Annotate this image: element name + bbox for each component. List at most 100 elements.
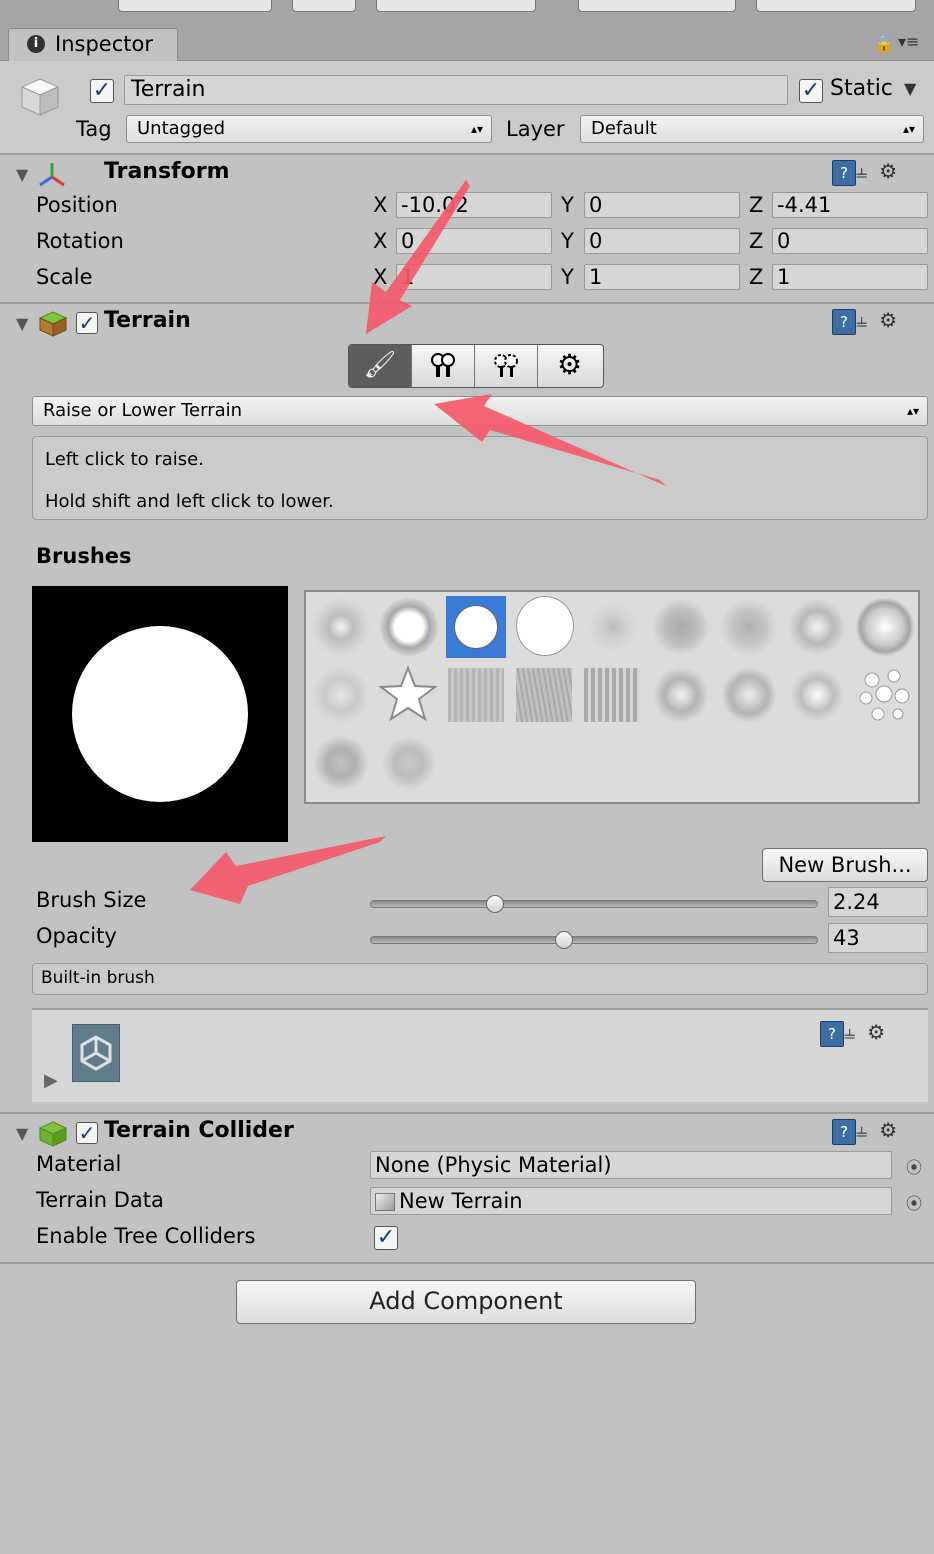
- new-brush-button[interactable]: New Brush...: [762, 848, 928, 882]
- axis-y-label[interactable]: Y: [561, 193, 574, 217]
- brush-star[interactable]: [378, 664, 438, 724]
- scale-x-field[interactable]: 1: [396, 264, 552, 290]
- help-book-icon[interactable]: ?: [832, 1118, 856, 1145]
- axis-z-label[interactable]: Z: [749, 229, 763, 253]
- preset-sliders-icon[interactable]: ⫨: [856, 308, 879, 332]
- foldout-arrow-icon[interactable]: ▼: [16, 165, 28, 184]
- axis-x-label[interactable]: X: [373, 229, 387, 253]
- brush-scatter-1[interactable]: [584, 598, 642, 656]
- menu-icon[interactable]: ▾≡: [898, 32, 919, 51]
- brush-splatter-4[interactable]: [788, 666, 846, 724]
- brush-texture-2[interactable]: [516, 668, 572, 722]
- terrain-component: ▼ ✓ Terrain ? ⫨⚙ 🖌︎ ⚙ Raise or Lower Ter…: [0, 304, 934, 1112]
- brush-splatter-3[interactable]: [720, 666, 778, 724]
- preset-sliders-icon[interactable]: ⫨: [856, 1118, 879, 1142]
- terrain-collider-title[interactable]: Terrain Collider: [104, 1118, 294, 1143]
- tab-inspector[interactable]: i Inspector: [8, 28, 178, 61]
- add-component-button[interactable]: Add Component: [236, 1280, 696, 1324]
- active-checkbox[interactable]: ✓: [90, 79, 114, 103]
- brush-star-burst[interactable]: [312, 666, 370, 724]
- brush-rocks-2[interactable]: [380, 734, 438, 792]
- brush-splatter-2[interactable]: [652, 666, 710, 724]
- tree-icon[interactable]: [412, 345, 475, 387]
- enable-tree-colliders-checkbox[interactable]: ✓: [374, 1226, 398, 1250]
- transform-axes-icon: [38, 161, 66, 189]
- brush-scatter-3[interactable]: [720, 598, 778, 656]
- transform-title[interactable]: Transform: [104, 159, 230, 184]
- brush-dots[interactable]: [856, 666, 914, 724]
- brush-size-field[interactable]: 2.24: [828, 887, 928, 917]
- axis-x-label[interactable]: X: [373, 265, 387, 289]
- foldout-arrow-icon[interactable]: ▼: [16, 1124, 28, 1143]
- layer-dropdown[interactable]: Default ▴▾: [580, 115, 924, 143]
- object-picker-icon[interactable]: ⦿: [906, 1154, 922, 1178]
- position-x-field[interactable]: -10.02: [396, 192, 552, 218]
- builtin-brush-label: Built-in brush: [41, 968, 155, 988]
- toolbar-button[interactable]: [118, 0, 272, 12]
- brush-soft-round[interactable]: [312, 598, 370, 656]
- scale-z-field[interactable]: 1: [772, 264, 928, 290]
- settings-gear-icon[interactable]: ⚙: [879, 159, 909, 183]
- object-picker-icon[interactable]: ⦿: [906, 1190, 922, 1214]
- toolbar-button[interactable]: [376, 0, 536, 12]
- info-icon: i: [27, 35, 45, 53]
- terrain-tool-toolbar: 🖌︎ ⚙: [348, 344, 604, 388]
- brush-large-round[interactable]: [516, 596, 574, 656]
- gear-icon[interactable]: ⚙: [538, 345, 601, 387]
- rotation-x-field[interactable]: 0: [396, 228, 552, 254]
- brush-medium-round[interactable]: [380, 598, 438, 656]
- opacity-slider[interactable]: [370, 930, 818, 952]
- axis-z-label[interactable]: Z: [749, 265, 763, 289]
- scale-y-field[interactable]: 1: [584, 264, 740, 290]
- position-y-field[interactable]: 0: [584, 192, 740, 218]
- lock-icon[interactable]: 🔒: [874, 34, 894, 53]
- toolbar-button[interactable]: [578, 0, 736, 12]
- slider-thumb[interactable]: [555, 931, 573, 949]
- help-book-icon[interactable]: ?: [832, 159, 856, 186]
- preset-sliders-icon[interactable]: ⫨: [856, 159, 879, 183]
- brush-cloud[interactable]: [856, 598, 914, 656]
- help-book-icon[interactable]: ?: [832, 308, 856, 335]
- grass-detail-icon[interactable]: [475, 345, 538, 387]
- brush-texture-3[interactable]: [584, 668, 640, 722]
- rotation-z-field[interactable]: 0: [772, 228, 928, 254]
- axis-y-label[interactable]: Y: [561, 265, 574, 289]
- static-dropdown-icon[interactable]: ▼: [904, 79, 916, 98]
- terrain-data-field[interactable]: New Terrain: [370, 1187, 892, 1215]
- object-name-input[interactable]: Terrain: [124, 75, 788, 105]
- material-field[interactable]: None (Physic Material): [370, 1151, 892, 1179]
- preset-sliders-icon[interactable]: ⫨: [844, 1020, 867, 1044]
- slider-thumb[interactable]: [486, 895, 504, 913]
- brush-rocks-1[interactable]: [312, 734, 370, 792]
- tag-dropdown[interactable]: Untagged ▴▾: [126, 115, 492, 143]
- opacity-field[interactable]: 43: [828, 923, 928, 953]
- toolbar-button[interactable]: [292, 0, 356, 12]
- axis-x-label[interactable]: X: [373, 193, 387, 217]
- terrain-enabled-checkbox[interactable]: ✓: [76, 312, 98, 334]
- settings-gear-icon[interactable]: ⚙: [867, 1020, 897, 1044]
- collider-enabled-checkbox[interactable]: ✓: [76, 1122, 98, 1144]
- brush-scatter-2[interactable]: [652, 598, 710, 656]
- toolbar-button[interactable]: [756, 0, 916, 12]
- help-book-icon[interactable]: ?: [820, 1020, 844, 1047]
- add-component-label: Add Component: [369, 1287, 563, 1315]
- updown-arrows-icon: ▴▾: [470, 122, 483, 136]
- terrain-icon: [38, 1120, 68, 1148]
- position-z-field[interactable]: -4.41: [772, 192, 928, 218]
- static-label: Static: [830, 76, 893, 101]
- brush-selected-hard-round[interactable]: [446, 596, 506, 658]
- expand-arrow-icon[interactable]: ▶: [44, 1070, 58, 1091]
- terrain-tool-dropdown[interactable]: Raise or Lower Terrain ▴▾: [32, 396, 928, 426]
- rotation-y-field[interactable]: 0: [584, 228, 740, 254]
- settings-gear-icon[interactable]: ⚙: [879, 308, 909, 332]
- brush-texture-1[interactable]: [448, 668, 504, 722]
- settings-gear-icon[interactable]: ⚙: [879, 1118, 909, 1142]
- terrain-title[interactable]: Terrain: [104, 308, 191, 333]
- axis-z-label[interactable]: Z: [749, 193, 763, 217]
- foldout-arrow-icon[interactable]: ▼: [16, 314, 28, 333]
- static-checkbox[interactable]: ✓: [799, 79, 823, 103]
- paintbrush-icon[interactable]: 🖌︎: [349, 345, 412, 387]
- brush-splatter-1[interactable]: [788, 598, 846, 656]
- axis-y-label[interactable]: Y: [561, 229, 574, 253]
- brush-size-slider[interactable]: [370, 894, 818, 916]
